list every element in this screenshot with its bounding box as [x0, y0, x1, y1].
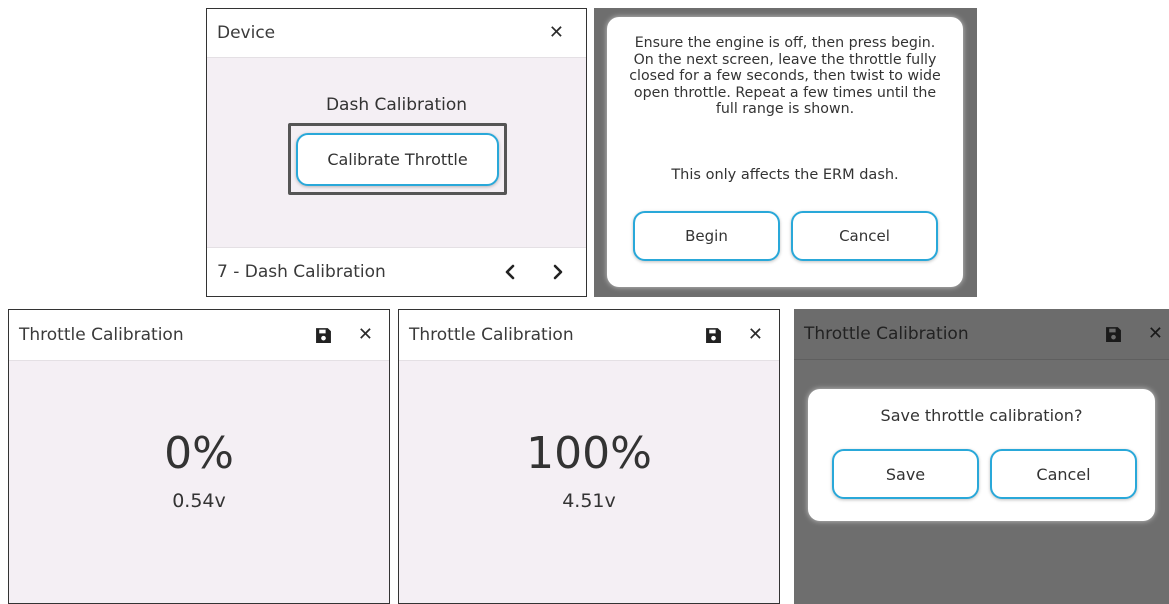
save-dialog: Save throttle calibration? Save Cancel	[808, 389, 1155, 521]
begin-button[interactable]: Begin	[633, 211, 780, 261]
chevron-left-icon[interactable]	[504, 264, 516, 280]
info-dialog-overlay: Ensure the engine is off, then press beg…	[594, 8, 977, 297]
save-dialog-prompt: Save throttle calibration?	[880, 406, 1083, 425]
throttle-voltage: 0.54v	[172, 490, 226, 512]
save-icon[interactable]	[705, 327, 722, 344]
throttle-calibration-header: Throttle Calibration ✕	[794, 309, 1169, 360]
info-dialog-instructions: Ensure the engine is off, then press beg…	[629, 35, 941, 118]
chevron-right-icon[interactable]	[552, 264, 564, 280]
dash-calibration-label: Dash Calibration	[325, 95, 468, 115]
close-icon[interactable]: ✕	[1148, 325, 1163, 343]
throttle-calibration-open-panel: Throttle Calibration ✕ 100% 4.51v	[398, 309, 780, 604]
throttle-calibration-title: Throttle Calibration	[804, 324, 969, 344]
throttle-calibration-title: Throttle Calibration	[19, 325, 184, 345]
calibrate-throttle-button[interactable]: Calibrate Throttle	[296, 133, 499, 186]
throttle-percent: 100%	[526, 428, 652, 479]
device-panel-title: Device	[217, 23, 276, 43]
throttle-calibration-title: Throttle Calibration	[409, 325, 574, 345]
footer-page-label: 7 - Dash Calibration	[217, 262, 386, 282]
device-panel: Device ✕ Dash Calibration Calibrate Thro…	[206, 8, 587, 297]
throttle-calibration-closed-panel: Throttle Calibration ✕ 0% 0.54v	[8, 309, 390, 604]
info-dialog-note: This only affects the ERM dash.	[671, 167, 899, 183]
close-icon[interactable]: ✕	[358, 326, 373, 344]
throttle-voltage: 4.51v	[562, 490, 616, 512]
close-icon[interactable]: ✕	[748, 326, 763, 344]
throttle-calibration-header: Throttle Calibration ✕	[9, 310, 389, 361]
cancel-button[interactable]: Cancel	[990, 449, 1137, 499]
device-panel-footer: 7 - Dash Calibration	[207, 247, 586, 296]
close-icon[interactable]: ✕	[549, 24, 564, 42]
info-dialog: Ensure the engine is off, then press beg…	[607, 17, 963, 287]
save-icon[interactable]	[1105, 326, 1122, 343]
throttle-percent: 0%	[164, 428, 234, 479]
save-dialog-panel: Throttle Calibration ✕ Save throttle cal…	[794, 309, 1169, 604]
save-icon[interactable]	[315, 327, 332, 344]
throttle-calibration-header: Throttle Calibration ✕	[399, 310, 779, 361]
cancel-button[interactable]: Cancel	[791, 211, 938, 261]
device-panel-header: Device ✕	[207, 9, 586, 58]
save-button[interactable]: Save	[832, 449, 979, 499]
